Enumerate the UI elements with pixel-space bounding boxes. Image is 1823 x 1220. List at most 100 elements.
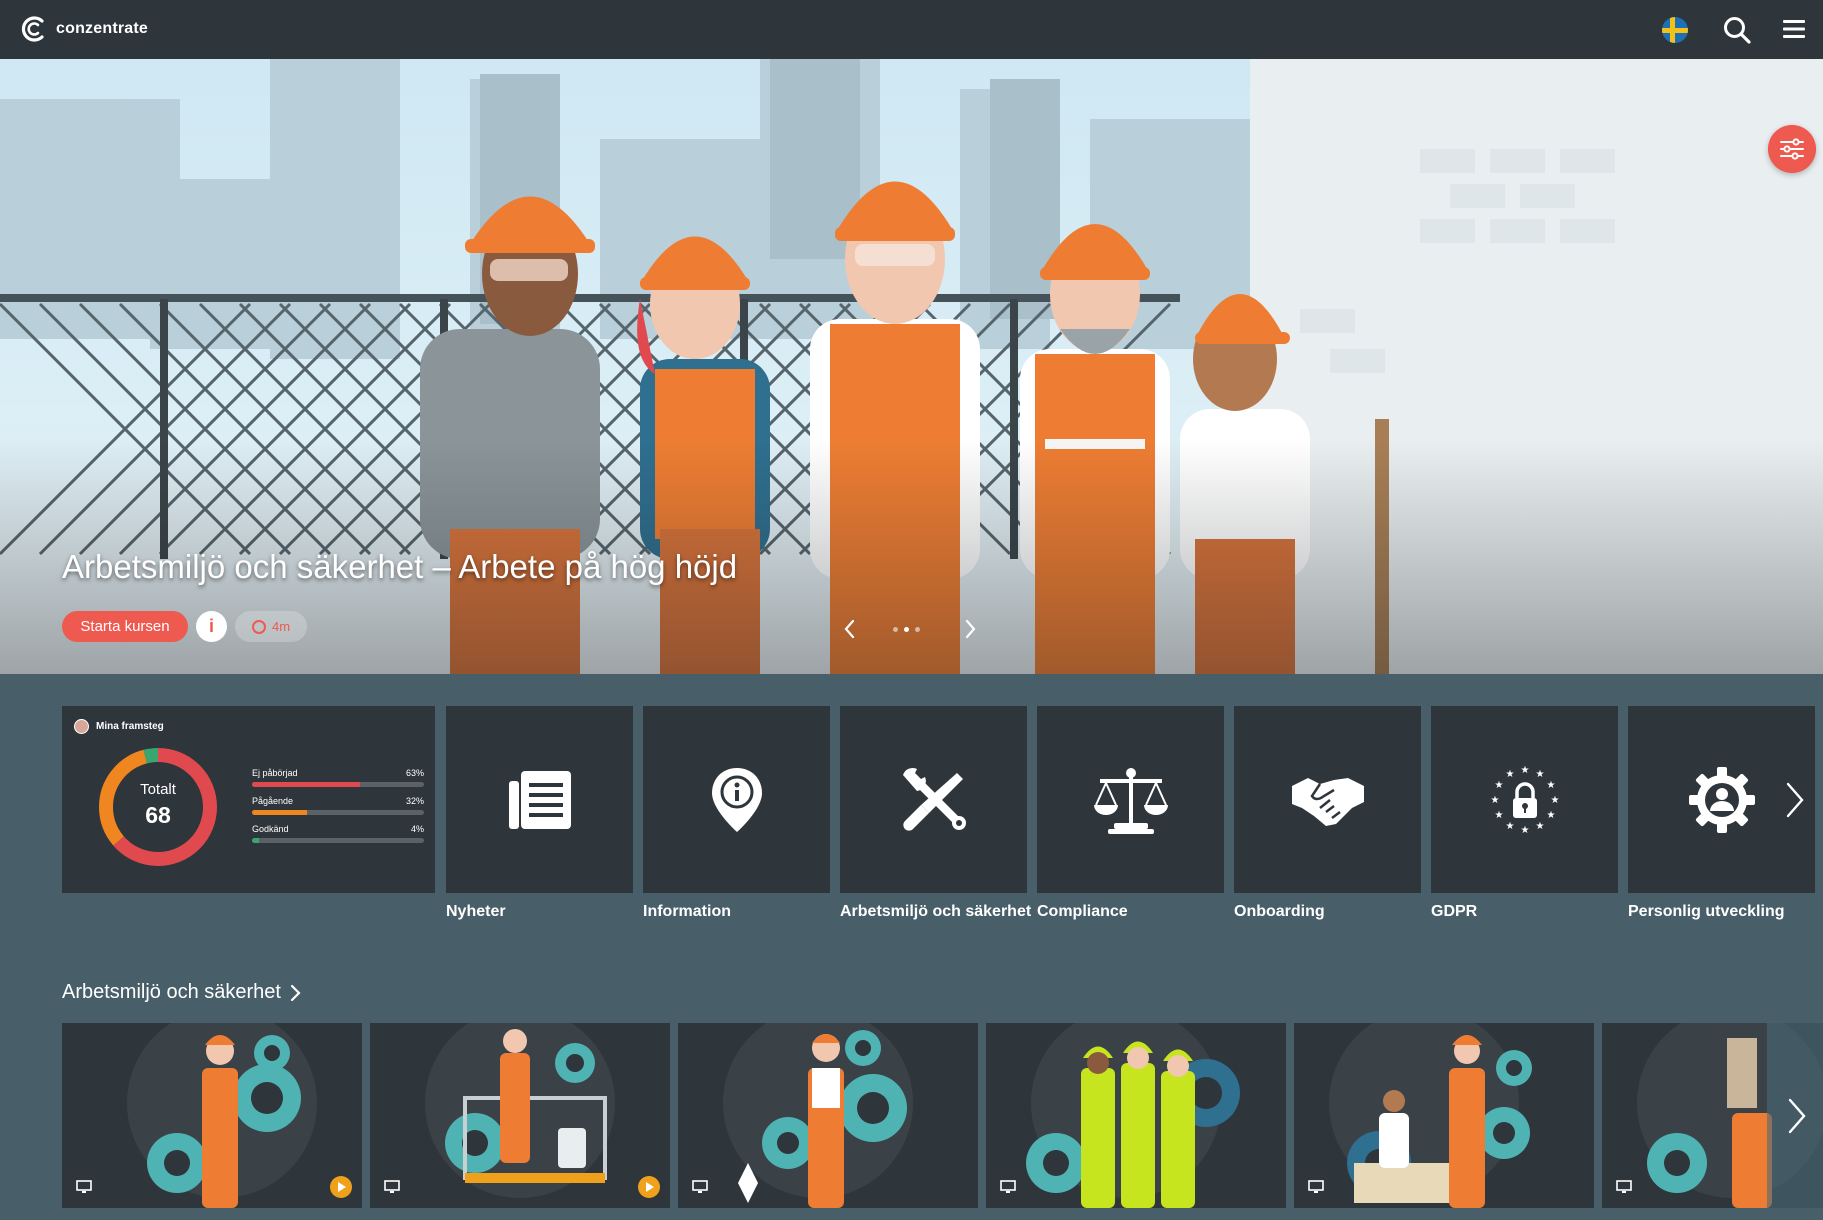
course-card[interactable] [1294, 1023, 1594, 1208]
course-illustration [1329, 1023, 1532, 1208]
stat-label: Godkänd [252, 824, 289, 834]
category-tile[interactable] [840, 706, 1027, 893]
stat-percent: 63% [405, 768, 424, 778]
hero-title: Arbetsmiljö och säkerhet – Arbete på hög… [62, 548, 738, 585]
progress-header: Mina framsteg [74, 719, 164, 734]
stat-label: Ej påbörjad [252, 768, 298, 778]
donut-total-label: Totalt [140, 781, 176, 798]
category-tile[interactable] [1037, 706, 1224, 893]
svg-text:★: ★ [1546, 780, 1555, 791]
svg-text:★: ★ [1546, 810, 1555, 821]
stat-bar [252, 810, 424, 815]
info-pin-icon [711, 767, 762, 832]
screen-icon [1000, 1180, 1016, 1193]
stat-in-progress: Pågående 32% [252, 796, 424, 815]
category-onboarding[interactable]: Onboarding [1234, 706, 1421, 921]
course-illustration [425, 1023, 615, 1198]
category-gdpr[interactable]: ★ ★ ★ ★ ★ ★ ★ ★ ★ ★ ★ ★ GDPR [1431, 706, 1618, 921]
svg-text:★: ★ [1505, 769, 1514, 780]
svg-text:★: ★ [1520, 825, 1529, 836]
carousel-dot-active[interactable] [904, 627, 909, 632]
courses-next-chevron-icon[interactable] [1786, 1096, 1808, 1136]
category-label: Personlig utveckling [1628, 903, 1785, 920]
screen-icon [1308, 1180, 1324, 1193]
duration-label: 4m [271, 619, 291, 634]
newspaper-icon [508, 770, 571, 829]
stat-bar-fill [252, 782, 361, 787]
avatar [74, 719, 89, 734]
course-card[interactable] [370, 1023, 670, 1208]
carousel-dots [893, 627, 920, 632]
screen-icon [76, 1180, 92, 1193]
stat-bar-fill [252, 810, 308, 815]
filter-settings-icon[interactable] [1768, 125, 1816, 173]
progress-card[interactable]: Mina framsteg Totalt 68 Ej påbörjad 63% P… [62, 706, 435, 893]
svg-text:★: ★ [1490, 795, 1499, 806]
course-card[interactable] [986, 1023, 1286, 1208]
course-illustration [1026, 1023, 1240, 1208]
category-tile[interactable] [1234, 706, 1421, 893]
hero-next-chevron-icon[interactable] [962, 618, 978, 640]
stat-percent: 4% [410, 824, 424, 834]
category-label: Information [643, 903, 731, 920]
stat-bar [252, 782, 424, 787]
chevron-right-icon [290, 984, 301, 1001]
screen-icon [384, 1180, 400, 1193]
svg-text:★: ★ [1494, 780, 1503, 791]
play-icon[interactable] [330, 1176, 352, 1198]
category-label: Arbetsmiljö och säkerhet [840, 903, 1032, 920]
stat-percent: 32% [405, 796, 424, 806]
handshake-icon [1291, 777, 1364, 826]
eu-lock-icon: ★ ★★★ ★★★★ ★★★★ [1490, 765, 1559, 836]
donut-total-value: 68 [145, 802, 171, 828]
scales-icon [1093, 767, 1168, 834]
course-illustration [127, 1023, 317, 1208]
search-icon[interactable] [1722, 15, 1752, 45]
language-flag-icon[interactable] [1662, 17, 1688, 43]
category-tile[interactable] [643, 706, 830, 893]
carousel-dot[interactable] [893, 627, 898, 632]
category-label: Onboarding [1234, 903, 1325, 920]
play-icon[interactable] [638, 1176, 660, 1198]
category-news[interactable]: Nyheter [446, 706, 633, 921]
categories-next-chevron-icon[interactable] [1784, 780, 1806, 820]
gear-person-icon [1688, 766, 1755, 833]
logo-text: conzentrate [56, 20, 148, 37]
stat-passed: Godkänd 4% [252, 824, 424, 843]
course-illustration [723, 1023, 913, 1208]
hamburger-menu-icon[interactable] [1783, 18, 1805, 40]
stat-bar [252, 838, 424, 843]
course-card[interactable] [678, 1023, 978, 1208]
screen-icon [692, 1180, 708, 1193]
tools-icon [902, 767, 966, 831]
svg-text:★: ★ [1494, 810, 1503, 821]
clock-icon [251, 619, 266, 634]
logo[interactable]: conzentrate [18, 14, 148, 44]
carousel-dot[interactable] [915, 627, 920, 632]
category-compliance[interactable]: Compliance [1037, 706, 1224, 921]
progress-title: Mina framsteg [96, 721, 164, 732]
info-button[interactable]: i [196, 611, 227, 642]
svg-text:★: ★ [1550, 795, 1559, 806]
section-title[interactable]: Arbetsmiljö och säkerhet [62, 981, 301, 1004]
category-label: Nyheter [446, 903, 506, 920]
stat-bar-fill [252, 838, 259, 843]
svg-text:★: ★ [1505, 821, 1514, 832]
top-bar: conzentrate [0, 0, 1823, 59]
start-course-button[interactable]: Starta kursen [62, 611, 188, 642]
screen-icon [1616, 1180, 1632, 1193]
stat-label: Pågående [252, 796, 294, 806]
section-title-text: Arbetsmiljö och säkerhet [62, 981, 281, 1003]
duration-badge: 4m [235, 611, 307, 642]
category-information[interactable]: Information [643, 706, 830, 921]
svg-text:★: ★ [1520, 765, 1529, 776]
course-card[interactable] [62, 1023, 362, 1208]
category-tile[interactable]: ★ ★ ★ ★ ★ ★ ★ ★ ★ ★ ★ ★ [1431, 706, 1618, 893]
category-label: Compliance [1037, 903, 1128, 920]
category-label: GDPR [1431, 903, 1478, 920]
category-work-safety[interactable]: Arbetsmiljö och säkerhet [840, 706, 1032, 921]
svg-text:★: ★ [1535, 769, 1544, 780]
category-tile[interactable] [446, 706, 633, 893]
svg-text:★: ★ [1535, 821, 1544, 832]
hero-prev-chevron-icon[interactable] [842, 618, 858, 640]
